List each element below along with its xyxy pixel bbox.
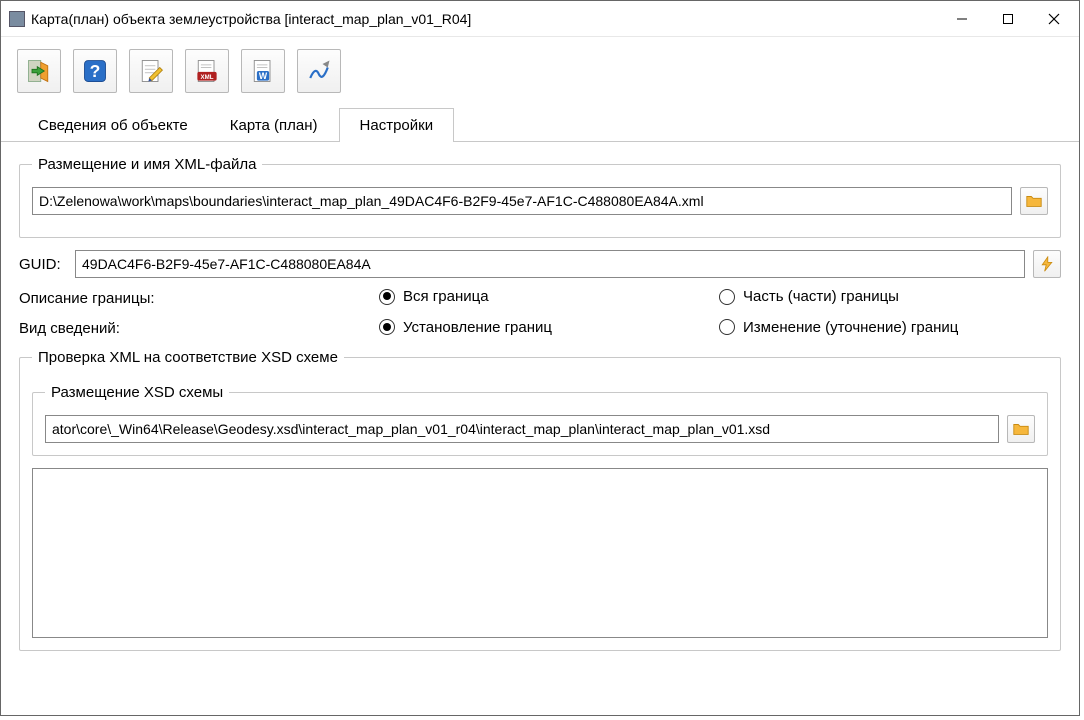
boundary-option-part[interactable]: Часть (части) границы bbox=[719, 288, 899, 305]
edit-document-icon bbox=[137, 57, 165, 85]
close-button[interactable] bbox=[1031, 3, 1077, 35]
toolbar: ? XML bbox=[1, 37, 1079, 101]
xml-path-group-title: Размещение и имя XML-файла bbox=[32, 156, 262, 173]
guid-input[interactable] bbox=[75, 250, 1025, 278]
boundary-desc-label: Описание границы: bbox=[19, 290, 379, 307]
xml-export-button[interactable]: XML bbox=[185, 49, 229, 93]
lightning-icon bbox=[1039, 256, 1055, 272]
guid-label: GUID: bbox=[19, 256, 67, 273]
xsd-check-group: Проверка XML на соответствие XSD схеме Р… bbox=[19, 349, 1061, 651]
settings-panel: Размещение и имя XML-файла GUID: Описани bbox=[1, 142, 1079, 715]
folder-icon bbox=[1012, 420, 1030, 438]
info-radio-change[interactable] bbox=[719, 319, 735, 335]
help-icon: ? bbox=[81, 57, 109, 85]
tab-object-info[interactable]: Сведения об объекте bbox=[17, 108, 209, 142]
folder-icon bbox=[1025, 192, 1043, 210]
xml-path-group: Размещение и имя XML-файла bbox=[19, 156, 1061, 238]
xsd-check-group-title: Проверка XML на соответствие XSD схеме bbox=[32, 349, 344, 366]
svg-text:?: ? bbox=[90, 61, 101, 81]
xsd-path-group: Размещение XSD схемы bbox=[32, 384, 1048, 456]
edit-document-button[interactable] bbox=[129, 49, 173, 93]
generate-guid-button[interactable] bbox=[1033, 250, 1061, 278]
exit-button[interactable] bbox=[17, 49, 61, 93]
word-export-button[interactable]: W bbox=[241, 49, 285, 93]
window-controls bbox=[939, 3, 1077, 35]
boundary-radio-all[interactable] bbox=[379, 289, 395, 305]
tab-strip: Сведения об объекте Карта (план) Настрой… bbox=[1, 107, 1079, 142]
validation-log[interactable] bbox=[32, 468, 1048, 638]
app-icon bbox=[9, 11, 25, 27]
minimize-button[interactable] bbox=[939, 3, 985, 35]
app-window: Карта(план) объекта землеустройства [int… bbox=[0, 0, 1080, 716]
boundary-option-all[interactable]: Вся граница bbox=[379, 288, 489, 305]
help-button[interactable]: ? bbox=[73, 49, 117, 93]
word-document-icon: W bbox=[249, 57, 277, 85]
boundary-radio-part[interactable] bbox=[719, 289, 735, 305]
info-option-establish[interactable]: Установление границ bbox=[379, 319, 552, 336]
xml-path-input[interactable] bbox=[32, 187, 1012, 215]
window-title: Карта(план) объекта землеустройства [int… bbox=[31, 11, 939, 27]
xsd-path-group-title: Размещение XSD схемы bbox=[45, 384, 229, 401]
tab-settings[interactable]: Настройки bbox=[339, 108, 455, 142]
sign-button[interactable] bbox=[297, 49, 341, 93]
exit-icon bbox=[25, 57, 53, 85]
info-option-change[interactable]: Изменение (уточнение) границ bbox=[719, 319, 958, 336]
info-type-label: Вид сведений: bbox=[19, 320, 379, 337]
svg-text:W: W bbox=[259, 71, 268, 81]
sign-icon bbox=[305, 57, 333, 85]
xml-document-icon: XML bbox=[193, 57, 221, 85]
maximize-button[interactable] bbox=[985, 3, 1031, 35]
tab-map-plan[interactable]: Карта (план) bbox=[209, 108, 339, 142]
xsd-path-input[interactable] bbox=[45, 415, 999, 443]
browse-xml-button[interactable] bbox=[1020, 187, 1048, 215]
info-radio-establish[interactable] bbox=[379, 319, 395, 335]
titlebar: Карта(план) объекта землеустройства [int… bbox=[1, 1, 1079, 37]
browse-xsd-button[interactable] bbox=[1007, 415, 1035, 443]
svg-text:XML: XML bbox=[201, 74, 214, 81]
